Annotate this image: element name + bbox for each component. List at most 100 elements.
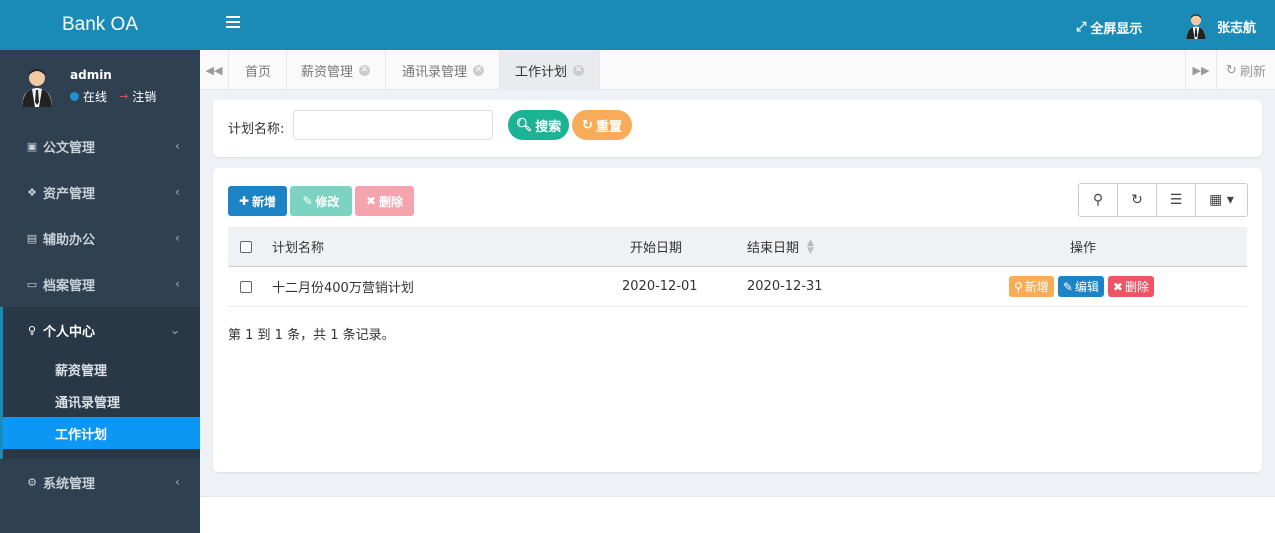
add-button[interactable]: ✚ 新增 bbox=[228, 186, 287, 216]
toggle-view-icon[interactable]: ☰ bbox=[1157, 184, 1196, 216]
personal-submenu: 薪资管理 通讯录管理 工作计划 bbox=[0, 353, 200, 459]
chevron-left-icon: ‹ bbox=[175, 185, 180, 199]
menu-label: 公文管理 bbox=[43, 140, 96, 156]
cell-end-date: 2020-12-31 bbox=[747, 279, 823, 294]
row-edit-label: 编辑 bbox=[1074, 280, 1099, 294]
menu-item-documents[interactable]: ▣ 公文管理 ‹ bbox=[0, 123, 200, 169]
edit-button[interactable]: ✎ 修改 bbox=[290, 186, 352, 216]
search-icon: ⚲ bbox=[1014, 279, 1023, 294]
user-panel: admin 在线 → 注销 bbox=[0, 50, 200, 123]
tab-label: 首页 bbox=[245, 64, 272, 80]
header-plan-name[interactable]: 计划名称 bbox=[272, 227, 324, 266]
menu-item-archives[interactable]: ▭ 档案管理 ‹ bbox=[0, 261, 200, 307]
top-user-menu[interactable]: 张志航 bbox=[1185, 13, 1256, 39]
user-avatar-icon bbox=[1186, 14, 1206, 39]
user-status: 在线 → 注销 bbox=[70, 88, 156, 105]
reset-button-label: 重置 bbox=[595, 119, 622, 135]
tabs-bar: ◀◀ 首页 薪资管理 ✕ 通讯录管理 ✕ 工作计划 ✕ ▶▶ ↻ 刷新 bbox=[200, 50, 1275, 90]
close-icon[interactable]: ✕ bbox=[359, 64, 371, 76]
select-all-checkbox[interactable] bbox=[240, 240, 252, 253]
table-row: 十二月份400万营销计划 2020-12-01 2020-12-31 ⚲ 新增 … bbox=[228, 267, 1247, 307]
search-button[interactable]: 🔍︎ 搜索 bbox=[508, 110, 569, 140]
expand-icon: ⤢ bbox=[1076, 20, 1087, 35]
row-delete-label: 删除 bbox=[1124, 280, 1149, 294]
delete-button-label: 删除 bbox=[379, 194, 404, 209]
header-end-date[interactable]: 结束日期 ▲ ▼ bbox=[747, 227, 814, 266]
row-edit-button[interactable]: ✎ 编辑 bbox=[1057, 276, 1104, 297]
sidebar: Bank OA admin 在线 → 注销 ▣ 公文管理 ‹ ❖ 资产管理 ‹ … bbox=[0, 0, 200, 533]
reset-button[interactable]: ↻ 重置 bbox=[572, 110, 632, 140]
tab-contacts[interactable]: 通讯录管理 ✕ bbox=[387, 50, 501, 90]
tabs-scroll-right-icon[interactable]: ▶▶ bbox=[1185, 50, 1216, 90]
table-header: 计划名称 开始日期 结束日期 ▲ ▼ 操作 bbox=[228, 227, 1247, 267]
tab-label: 通讯录管理 bbox=[402, 64, 468, 80]
edit-icon: ✎ bbox=[302, 194, 313, 208]
search-button-label: 搜索 bbox=[535, 119, 562, 135]
edit-icon: ✎ bbox=[1062, 279, 1073, 294]
row-add-label: 新增 bbox=[1024, 280, 1049, 294]
refresh-button[interactable]: ↻ 刷新 bbox=[1216, 50, 1275, 90]
online-dot-icon bbox=[70, 92, 79, 101]
refresh-icon: ↻ bbox=[1226, 62, 1237, 78]
header-operations: 操作 bbox=[1070, 241, 1097, 256]
row-add-button[interactable]: ⚲ 新增 bbox=[1009, 276, 1054, 297]
brand-logo[interactable]: Bank OA bbox=[0, 0, 200, 50]
person-icon: ♀ bbox=[27, 323, 37, 337]
menu-toggle-icon[interactable] bbox=[226, 16, 240, 28]
menu-item-personal[interactable]: ♀ 个人中心 ⌄ bbox=[0, 307, 200, 353]
header-start-date[interactable]: 开始日期 bbox=[630, 227, 682, 266]
menu-item-office[interactable]: ▤ 辅助办公 ‹ bbox=[0, 215, 200, 261]
chevron-left-icon: ‹ bbox=[175, 475, 180, 489]
tab-salary[interactable]: 薪资管理 ✕ bbox=[286, 50, 387, 90]
plan-name-input[interactable] bbox=[293, 110, 493, 140]
search-toggle-icon[interactable]: ⚲ bbox=[1079, 184, 1118, 216]
table-tools: ⚲ ↻ ☰ ▦ ▾ bbox=[1078, 183, 1248, 217]
search-panel: 计划名称: 🔍︎ 搜索 ↻ 重置 bbox=[213, 100, 1262, 157]
chevron-left-icon: ‹ bbox=[175, 231, 180, 245]
menu-item-assets[interactable]: ❖ 资产管理 ‹ bbox=[0, 169, 200, 215]
close-icon[interactable]: ✕ bbox=[573, 64, 585, 76]
tab-home[interactable]: 首页 bbox=[230, 50, 288, 90]
menu-label: 辅助办公 bbox=[43, 232, 96, 248]
sort-icon[interactable]: ▲ ▼ bbox=[807, 238, 814, 255]
cell-plan-name: 十二月份400万营销计划 bbox=[272, 281, 414, 296]
refresh-icon[interactable]: ↻ bbox=[1118, 184, 1157, 216]
menu-label: 系统管理 bbox=[43, 476, 96, 492]
user-name: admin bbox=[70, 68, 112, 82]
logout-icon[interactable]: → bbox=[119, 90, 128, 103]
close-icon: ✖ bbox=[1112, 279, 1123, 294]
logout-link[interactable]: 注销 bbox=[132, 88, 156, 105]
fullscreen-button[interactable]: ⤢ 全屏显示 bbox=[1076, 18, 1142, 37]
plan-name-label: 计划名称: bbox=[228, 122, 285, 137]
cubes-icon: ❖ bbox=[27, 185, 37, 199]
tab-work-plan[interactable]: 工作计划 ✕ bbox=[500, 50, 601, 90]
plus-icon: ✚ bbox=[238, 194, 250, 208]
submenu-item-work-plan[interactable]: 工作计划 bbox=[3, 417, 200, 449]
refresh-icon: ↻ bbox=[582, 117, 593, 133]
table-panel: ✚ 新增 ✎ 修改 ✖ 删除 ⚲ ↻ ☰ ▦ ▾ 计划名称 开始日期 结束日期 … bbox=[213, 168, 1262, 472]
online-label: 在线 bbox=[83, 90, 108, 104]
top-username: 张志航 bbox=[1217, 20, 1257, 36]
side-menu: ▣ 公文管理 ‹ ❖ 资产管理 ‹ ▤ 辅助办公 ‹ ▭ 档案管理 ‹ ♀ 个人… bbox=[0, 123, 200, 505]
submenu-item-salary[interactable]: 薪资管理 bbox=[3, 353, 200, 385]
menu-item-system[interactable]: ⚙ 系统管理 ‹ bbox=[0, 459, 200, 505]
top-navbar: ⤢ 全屏显示 张志航 bbox=[200, 0, 1275, 50]
menu-label: 个人中心 bbox=[43, 324, 96, 340]
search-icon: 🔍︎ bbox=[515, 117, 533, 133]
edit-button-label: 修改 bbox=[315, 194, 340, 209]
row-checkbox[interactable] bbox=[240, 280, 252, 293]
close-icon[interactable]: ✕ bbox=[473, 64, 485, 76]
columns-icon[interactable]: ▦ ▾ bbox=[1196, 184, 1247, 216]
tabs-scroll-left-icon[interactable]: ◀◀ bbox=[200, 50, 229, 90]
menu-label: 资产管理 bbox=[43, 186, 96, 202]
cell-start-date: 2020-12-01 bbox=[622, 279, 698, 294]
delete-button[interactable]: ✖ 删除 bbox=[355, 186, 414, 216]
fullscreen-label: 全屏显示 bbox=[1090, 22, 1143, 37]
header-end-date-label: 结束日期 bbox=[747, 241, 800, 256]
chevron-down-icon: ⌄ bbox=[169, 323, 180, 337]
menu-label: 档案管理 bbox=[43, 278, 96, 294]
tab-label: 工作计划 bbox=[515, 64, 568, 80]
row-delete-button[interactable]: ✖ 删除 bbox=[1107, 276, 1154, 297]
submenu-item-contacts[interactable]: 通讯录管理 bbox=[3, 385, 200, 417]
chevron-left-icon: ‹ bbox=[175, 139, 180, 153]
